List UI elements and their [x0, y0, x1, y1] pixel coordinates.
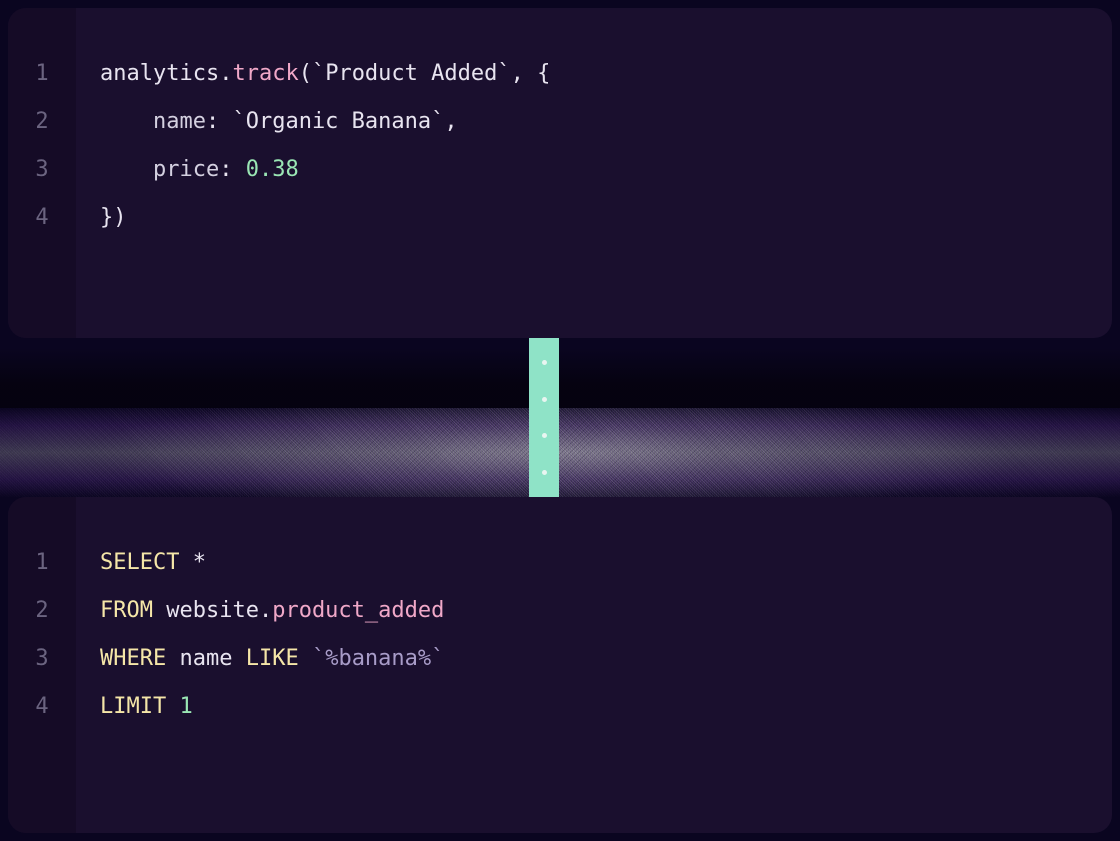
code-token: : — [206, 109, 233, 134]
connector-dot — [542, 470, 547, 475]
code-token: : — [219, 157, 246, 182]
code-body-sql: SELECT *FROM website.product_addedWHERE … — [76, 497, 1112, 833]
code-token: LIKE — [246, 646, 299, 671]
code-token: analytics — [100, 61, 219, 86]
code-line: price: 0.38 — [100, 146, 1112, 194]
code-panel-sql: 1234 SELECT *FROM website.product_addedW… — [8, 497, 1112, 833]
code-token: ( — [299, 61, 312, 86]
code-token — [299, 646, 312, 671]
line-number: 4 — [35, 194, 48, 242]
code-token: . — [219, 61, 232, 86]
line-number-gutter: 1234 — [8, 497, 76, 833]
code-token: name — [166, 646, 245, 671]
connector-dot — [542, 433, 547, 438]
code-token: price — [153, 157, 219, 182]
code-line: LIMIT 1 — [100, 683, 1112, 731]
flow-connector — [529, 338, 559, 497]
code-line: analytics.track(`Product Added`, { — [100, 50, 1112, 98]
code-token: LIMIT — [100, 694, 166, 719]
code-body-js: analytics.track(`Product Added`, { name:… — [76, 8, 1112, 338]
code-token: website. — [153, 598, 272, 623]
code-line: }) — [100, 194, 1112, 242]
connector-dot — [542, 397, 547, 402]
line-number: 4 — [35, 683, 48, 731]
noise-highlight — [0, 408, 1120, 497]
connector-dot — [542, 360, 547, 365]
code-token: product_added — [272, 598, 444, 623]
code-panel-js: 1234 analytics.track(`Product Added`, { … — [8, 8, 1112, 338]
code-token: WHERE — [100, 646, 166, 671]
line-number: 1 — [35, 539, 48, 587]
code-token: }) — [100, 205, 127, 230]
code-token: `%banana%` — [312, 646, 444, 671]
code-token: * — [179, 550, 206, 575]
code-token: , { — [511, 61, 551, 86]
line-number-gutter: 1234 — [8, 8, 76, 338]
connector-region — [0, 338, 1120, 497]
code-line: SELECT * — [100, 539, 1112, 587]
line-number: 2 — [35, 98, 48, 146]
code-line: WHERE name LIKE `%banana%` — [100, 635, 1112, 683]
code-token: 0.38 — [246, 157, 299, 182]
code-line: name: `Organic Banana`, — [100, 98, 1112, 146]
line-number: 3 — [35, 146, 48, 194]
line-number: 1 — [35, 50, 48, 98]
code-line: FROM website.product_added — [100, 587, 1112, 635]
line-number: 3 — [35, 635, 48, 683]
code-token: name — [153, 109, 206, 134]
line-number: 2 — [35, 587, 48, 635]
code-token: FROM — [100, 598, 153, 623]
code-token: 1 — [179, 694, 192, 719]
code-token: SELECT — [100, 550, 179, 575]
code-token: , — [444, 109, 457, 134]
code-token: track — [232, 61, 298, 86]
code-token: `Product Added` — [312, 61, 511, 86]
noise-shadow — [0, 348, 1120, 408]
code-token — [166, 694, 179, 719]
code-token: `Organic Banana` — [232, 109, 444, 134]
